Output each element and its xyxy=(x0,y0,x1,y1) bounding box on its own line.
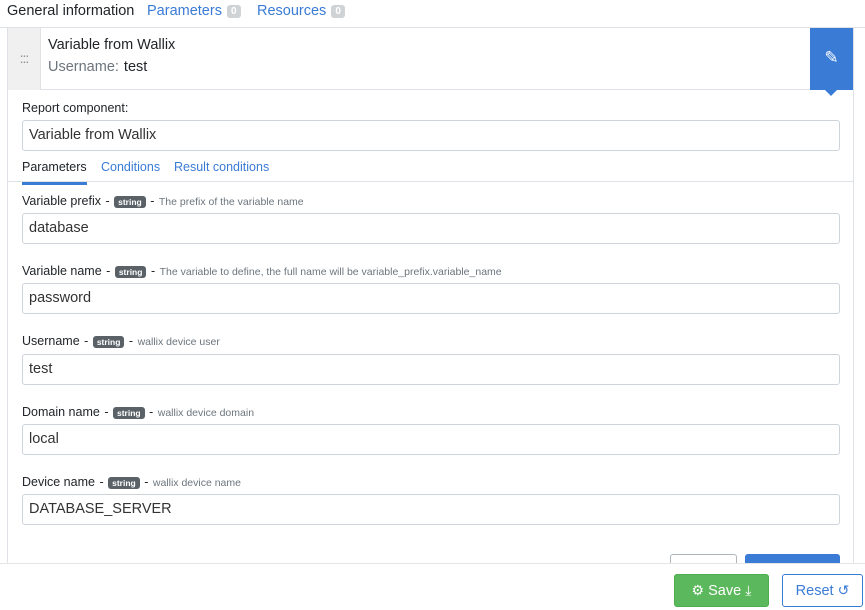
top-tab-bar: General information Parameters 0 Resource… xyxy=(0,0,865,28)
count-badge: 0 xyxy=(331,5,345,18)
footer-bar: ⚙ Save ⤓ Reset ↺ xyxy=(0,563,865,610)
summary-value: test xyxy=(123,59,148,75)
separator: - xyxy=(104,405,109,419)
tab-label: Resources xyxy=(257,3,327,19)
variable-prefix-label: Variable prefix - string - The prefix of… xyxy=(22,194,304,208)
device-name-input[interactable]: DATABASE_SERVER xyxy=(22,494,840,525)
field-description: The prefix of the variable name xyxy=(158,196,304,208)
tab-parameters[interactable]: Parameters 0 xyxy=(147,3,241,19)
separator: - xyxy=(84,334,89,348)
component-title: Variable from Wallix xyxy=(48,37,176,53)
variable-name-input[interactable]: password xyxy=(22,283,840,314)
domain-name-label: Domain name - string - wallix device dom… xyxy=(22,405,254,419)
undo-icon: ↺ xyxy=(837,582,850,598)
device-name-label: Device name - string - wallix device nam… xyxy=(22,475,241,489)
separator: - xyxy=(144,475,149,489)
count-badge: 0 xyxy=(226,5,241,18)
component-card: ::: Variable from Wallix Username: test ✎… xyxy=(7,28,854,610)
component-summary: Username: test xyxy=(48,59,147,75)
separator: - xyxy=(128,334,134,348)
tab-general-information[interactable]: General information xyxy=(7,3,134,19)
tab-parameters-inner[interactable]: Parameters xyxy=(22,160,87,185)
gear-icon: ⚙ xyxy=(691,582,705,598)
download-icon: ⤓ xyxy=(745,582,752,598)
report-component-input[interactable]: Variable from Wallix xyxy=(22,120,840,151)
type-badge: string xyxy=(114,266,147,278)
tab-label: Parameters xyxy=(147,3,222,19)
type-badge: string xyxy=(114,196,146,208)
pencil-icon: ✎ xyxy=(824,48,839,67)
separator: - xyxy=(149,405,154,419)
variable-name-label: Variable name - string - The variable to… xyxy=(22,264,502,278)
separator: - xyxy=(150,264,156,278)
tab-resources[interactable]: Resources 0 xyxy=(257,3,345,19)
field-description: wallix device name xyxy=(152,477,241,489)
username-input[interactable]: test xyxy=(22,354,840,385)
tab-result-conditions[interactable]: Result conditions xyxy=(174,160,269,174)
username-label: Username - string - wallix device user xyxy=(22,334,220,348)
field-name: Variable name xyxy=(22,264,102,278)
save-button[interactable]: ⚙ Save ⤓ xyxy=(674,574,769,607)
field-description: wallix device user xyxy=(137,336,220,348)
field-name: Variable prefix xyxy=(22,194,101,208)
separator: - xyxy=(150,194,155,208)
summary-key: Username: xyxy=(48,59,119,75)
reset-button[interactable]: Reset ↺ xyxy=(782,574,863,607)
separator: - xyxy=(106,264,111,278)
component-header[interactable]: ::: Variable from Wallix Username: test ✎ xyxy=(8,28,853,96)
separator: - xyxy=(99,475,104,489)
field-name: Domain name xyxy=(22,405,100,419)
type-badge: string xyxy=(108,477,140,489)
save-label: Save xyxy=(708,583,742,599)
tab-conditions[interactable]: Conditions xyxy=(101,160,160,174)
drag-handle-icon[interactable]: ::: xyxy=(8,28,41,90)
report-component-label: Report component: xyxy=(22,101,129,115)
field-description: The variable to define, the full name wi… xyxy=(159,266,502,278)
edit-component-button[interactable]: ✎ xyxy=(810,28,853,96)
field-name: Device name xyxy=(22,475,95,489)
type-badge: string xyxy=(112,407,145,419)
variable-prefix-input[interactable]: database xyxy=(22,213,840,244)
type-badge: string xyxy=(92,336,125,348)
domain-name-input[interactable]: local xyxy=(22,424,840,455)
inner-tab-bar: Parameters Conditions Result conditions xyxy=(8,154,853,185)
reset-label: Reset xyxy=(795,583,834,599)
tab-label: General information xyxy=(7,3,135,19)
field-name: Username xyxy=(22,334,80,348)
field-description: wallix device domain xyxy=(157,407,255,419)
separator: - xyxy=(105,194,110,208)
